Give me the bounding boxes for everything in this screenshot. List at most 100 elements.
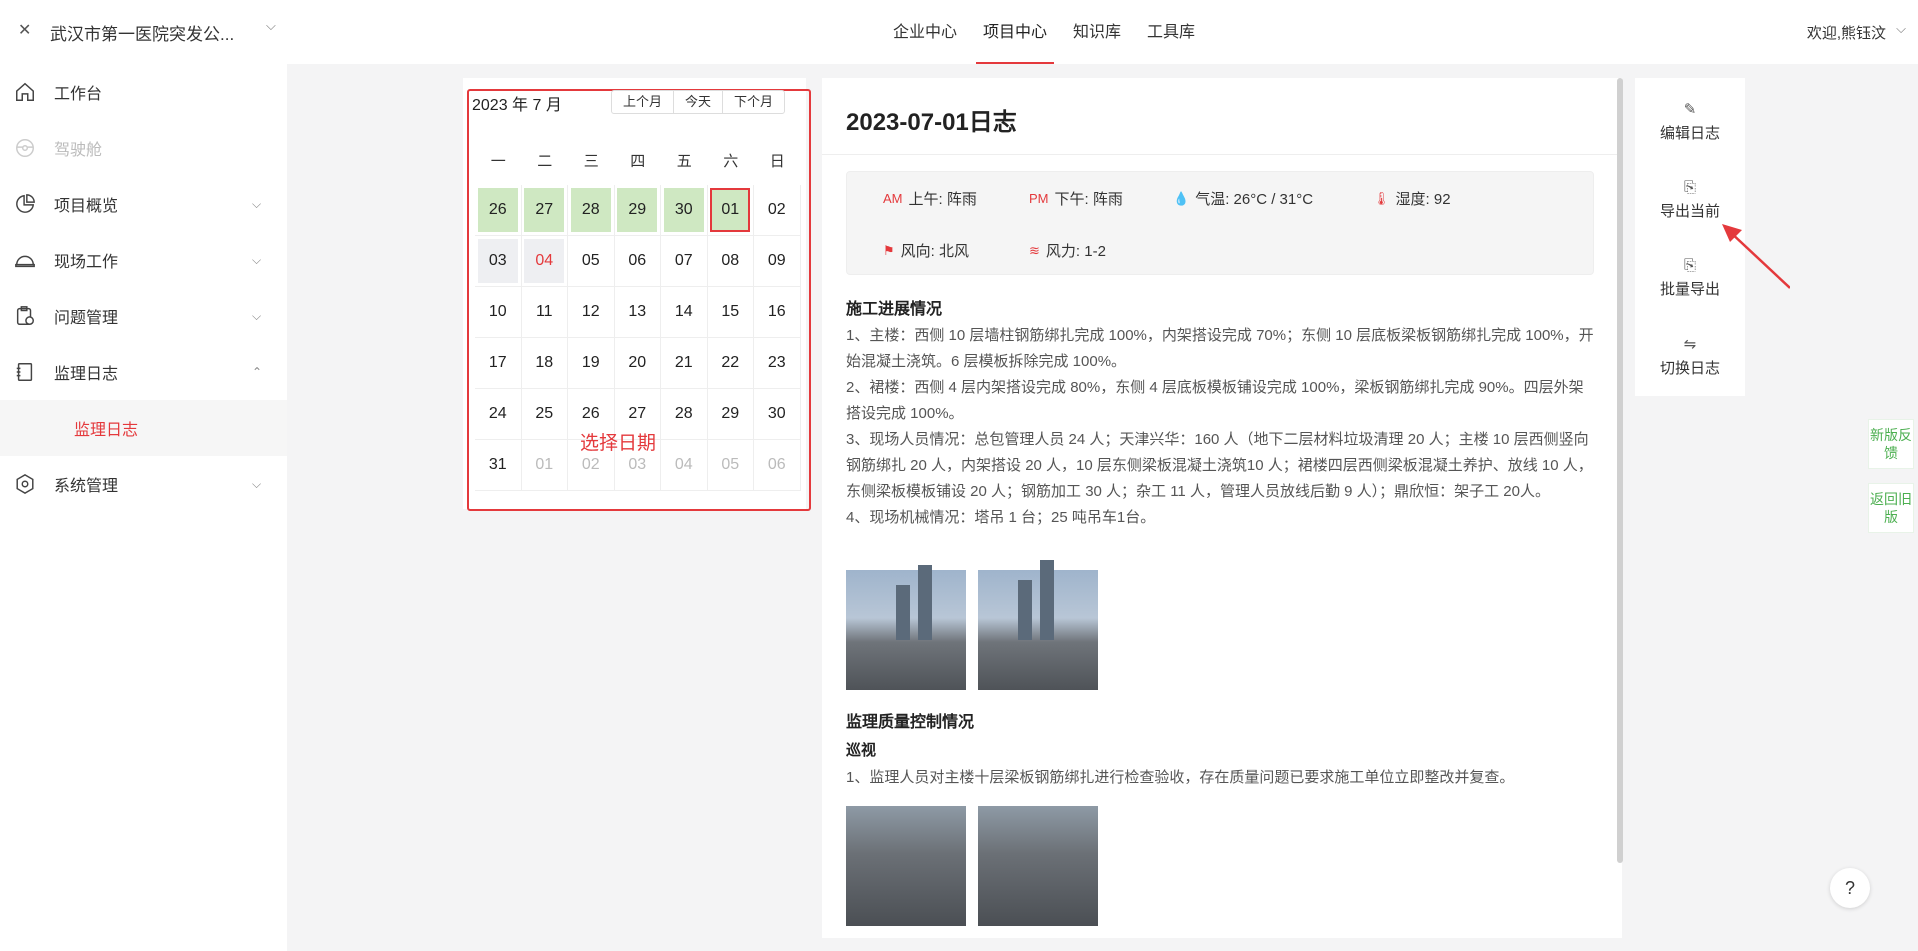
weather-panel: AM 上午: 阵雨 PM 下午: 阵雨 💧 气温: 26°C / 31°C 🌡 湿度: … — [846, 171, 1594, 275]
calendar-day[interactable]: 28 — [661, 389, 708, 440]
calendar-day[interactable]: 21 — [661, 338, 708, 389]
calendar-day[interactable]: 13 — [614, 287, 661, 338]
sidebar-item-project-overview[interactable]: 项目概览 ⌵ — [0, 176, 287, 232]
tab-tool-library[interactable]: 工具库 — [1140, 0, 1202, 64]
calendar-day[interactable]: 11 — [521, 287, 568, 338]
inspection-photo[interactable] — [978, 806, 1098, 926]
calendar-day[interactable]: 01 — [707, 185, 754, 236]
calendar-day[interactable]: 29 — [707, 389, 754, 440]
notebook-icon — [16, 363, 33, 381]
sidebar-item-supervision-log[interactable]: 监理日志 ⌃ — [0, 344, 287, 400]
calendar-day-label: 12 — [581, 303, 600, 320]
chevron-down-icon: ⌵ — [252, 196, 262, 211]
export-current-button[interactable]: ⎘ 导出当前 — [1635, 179, 1745, 221]
chevron-down-icon: ⌵ — [252, 308, 262, 323]
calendar-day[interactable]: 27 — [521, 185, 568, 236]
select-date-annotation: 选择日期 — [580, 433, 657, 454]
calendar-day[interactable]: 06 — [754, 440, 801, 491]
calendar-day[interactable]: 25 — [521, 389, 568, 440]
export-icon: ⎘ — [1683, 179, 1696, 196]
calendar-day[interactable]: 30 — [661, 185, 708, 236]
site-photo[interactable] — [846, 565, 966, 690]
settings-icon — [16, 473, 34, 495]
switch-log-button[interactable]: ⇋ 切换日志 — [1635, 335, 1745, 378]
calendar-day[interactable]: 18 — [521, 338, 568, 389]
calendar-day-label: 06 — [628, 252, 647, 269]
calendar-day[interactable]: 31 — [475, 440, 522, 491]
calendar-day[interactable]: 01 — [521, 440, 568, 491]
sidebar-item-site-work[interactable]: 现场工作 ⌵ — [0, 232, 287, 288]
calendar-day[interactable]: 30 — [754, 389, 801, 440]
calendar-day[interactable]: 22 — [707, 338, 754, 389]
chevron-up-icon: ⌃ — [252, 365, 263, 379]
help-button[interactable]: ? — [1830, 868, 1870, 908]
calendar-day[interactable]: 03 — [475, 236, 522, 287]
calendar-day[interactable]: 16 — [754, 287, 801, 338]
calendar-day-label: 04 — [674, 456, 693, 473]
chevron-down-icon[interactable]: ⌵ — [266, 18, 276, 34]
weather-wind-force: ≋ 风力: 1-2 — [1029, 242, 1106, 261]
close-icon[interactable]: ✕ — [18, 20, 31, 40]
tab-enterprise-center[interactable]: 企业中心 — [886, 0, 964, 64]
weekday-label: 四 — [630, 153, 646, 170]
progress-paragraph: 4、现场机械情况：塔吊 1 台；25 吨吊车1台。 — [846, 509, 1156, 526]
calendar-day[interactable]: 20 — [614, 338, 661, 389]
tab-project-center[interactable]: 项目中心 — [976, 0, 1055, 64]
progress-paragraph: 2、裙楼：西侧 4 层内架搭设完成 80%，东侧 4 层底板模板铺设完成 100… — [846, 379, 1584, 422]
sidebar-item-label: 项目概览 — [54, 198, 119, 215]
calendar-day[interactable]: 07 — [661, 236, 708, 287]
site-photo[interactable] — [978, 560, 1098, 690]
back-to-old-version-button[interactable]: 返回旧版 — [1868, 483, 1914, 533]
calendar-day[interactable]: 29 — [614, 185, 661, 236]
project-selector[interactable]: 武汉市第一医院突发公... — [50, 20, 234, 45]
calendar-day-label: 14 — [674, 303, 693, 320]
calendar-day[interactable]: 02 — [754, 185, 801, 236]
calendar-day[interactable]: 24 — [475, 389, 522, 440]
quality-section-title: 监理质量控制情况 — [846, 714, 975, 731]
calendar-day[interactable]: 23 — [754, 338, 801, 389]
chevron-down-icon[interactable]: ⌵ — [1896, 21, 1906, 37]
calendar-day[interactable]: 04 — [661, 440, 708, 491]
calendar-day[interactable]: 17 — [475, 338, 522, 389]
next-month-button[interactable]: 下个月 — [723, 91, 784, 113]
weather-pm: PM 下午: 阵雨 — [1029, 191, 1123, 208]
tab-knowledge-base[interactable]: 知识库 — [1066, 0, 1128, 64]
sidebar-item-issue-management[interactable]: 问题管理 ⌵ — [0, 288, 287, 344]
calendar-day[interactable]: 19 — [568, 338, 615, 389]
log-scrollbar[interactable] — [1617, 78, 1623, 863]
calendar-day[interactable]: 04 — [521, 236, 568, 287]
prev-month-button[interactable]: 上个月 — [612, 91, 675, 113]
calendar-day[interactable]: 10 — [475, 287, 522, 338]
calendar-day[interactable]: 05 — [568, 236, 615, 287]
calendar-day[interactable]: 15 — [707, 287, 754, 338]
sidebar-item-label: 工作台 — [54, 86, 103, 103]
sidebar-item-workbench[interactable]: 工作台 — [0, 64, 287, 120]
inspection-photo[interactable] — [846, 806, 966, 926]
sidebar-item-cockpit: 驾驶舱 — [0, 120, 287, 176]
calendar-day[interactable]: 12 — [568, 287, 615, 338]
patrol-content: 1、监理人员对主楼十层梁板钢筋绑扎进行检查验收，存在质量问题已要求施工单位立即整… — [846, 769, 1515, 786]
calendar-day[interactable]: 28 — [568, 185, 615, 236]
calendar-day[interactable]: 14 — [661, 287, 708, 338]
calendar-day[interactable]: 06 — [614, 236, 661, 287]
sidebar-subitem-supervision-log[interactable]: 监理日志 — [0, 400, 287, 456]
calendar-day[interactable]: 26 — [475, 185, 522, 236]
user-welcome[interactable]: 欢迎,熊钰汶 — [1807, 22, 1886, 43]
calendar-day[interactable]: 08 — [707, 236, 754, 287]
calendar-day[interactable]: 09 — [754, 236, 801, 287]
building-shape — [918, 565, 932, 640]
edit-log-button[interactable]: ✎ 编辑日志 — [1635, 100, 1745, 143]
am-icon: AM — [883, 191, 903, 206]
pie-chart-icon — [16, 194, 35, 213]
weather-am: AM 上午: 阵雨 — [883, 191, 977, 208]
new-version-feedback-button[interactable]: 新版反馈 — [1868, 419, 1914, 469]
sidebar-item-system-management[interactable]: 系统管理 ⌵ — [0, 456, 287, 512]
today-button[interactable]: 今天 — [674, 91, 724, 113]
weekday-label: 五 — [676, 153, 692, 170]
drops-icon: 💧 — [1173, 190, 1190, 206]
calendar-weekdays: 一 二 三 四 五 六 日 — [475, 150, 801, 171]
calendar-day-label: 13 — [628, 303, 647, 320]
calendar-day[interactable]: 05 — [707, 440, 754, 491]
thermometer-icon: 🌡 — [1373, 190, 1390, 206]
annotation-arrow — [1722, 224, 1790, 289]
